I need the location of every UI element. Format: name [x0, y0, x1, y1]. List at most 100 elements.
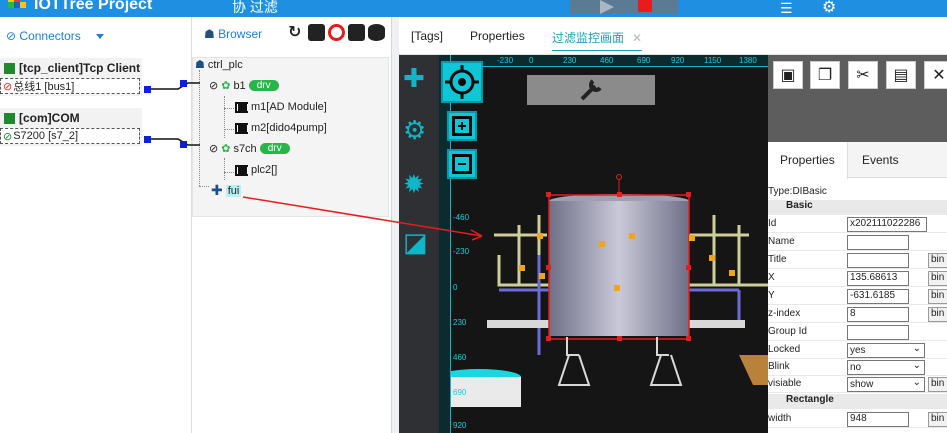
list-icon[interactable] — [348, 24, 365, 41]
tree-node-m2[interactable]: m2[dido4pump] — [235, 122, 327, 134]
module-icon — [235, 122, 248, 134]
prop-label: Id — [768, 218, 777, 229]
close-icon[interactable]: ✕ — [924, 61, 947, 89]
driver-badge[interactable]: drv — [248, 80, 279, 91]
power-icon[interactable] — [328, 24, 345, 41]
wrench-icon[interactable] — [527, 75, 655, 105]
prop-label: Y — [768, 290, 775, 301]
tab-events[interactable]: Events — [862, 153, 899, 167]
tab-properties[interactable]: Properties — [470, 29, 525, 43]
top-bar: IOTTree Project 协 过滤 ☰ ⚙ — [0, 0, 947, 17]
run-controls — [570, 0, 678, 14]
browser-label: Browser — [218, 27, 263, 41]
area-chart-icon[interactable]: ◪ — [403, 229, 428, 255]
ruler-label: 920 — [671, 56, 685, 65]
connectors-label: Connectors — [19, 29, 81, 43]
save-icon[interactable]: ▣ — [773, 61, 803, 89]
tree-node-fui[interactable]: ✚ fui — [211, 182, 242, 199]
browser-title: ☗ Browser — [204, 27, 262, 41]
link-icon: ⊘ — [3, 130, 13, 143]
bind-button[interactable]: bin — [928, 307, 947, 322]
browser-panel: ☗ Browser ↻ ☗ ctrl_plc ⊘ ✿ b1 drv m1[AD … — [192, 17, 391, 433]
zindex-field[interactable]: 8 — [847, 307, 909, 322]
ruler-label: 690 — [453, 388, 467, 397]
zoom-out-button[interactable] — [447, 149, 477, 179]
bus-label: S7200 [s7_2] — [13, 130, 79, 142]
server-icon[interactable]: ☰ — [780, 0, 793, 17]
bus-item[interactable]: ⊘ S7200 [s7_2] — [0, 128, 140, 144]
tree-label: ctrl_plc — [207, 58, 243, 71]
connector-port[interactable] — [144, 86, 151, 93]
bind-button[interactable]: bin — [928, 377, 947, 392]
bind-button[interactable]: bin — [928, 253, 947, 268]
bind-button[interactable]: bin — [928, 289, 947, 304]
group-id-field[interactable] — [847, 325, 909, 340]
close-icon[interactable]: ✕ — [632, 31, 642, 45]
share-icon[interactable] — [308, 24, 325, 41]
tab-label: 过滤监控画面 — [552, 31, 625, 45]
cut-icon[interactable]: ✂ — [848, 61, 878, 89]
gears-icon[interactable]: ⚙ — [822, 0, 836, 17]
id-field[interactable]: x202111022286 — [847, 217, 927, 232]
gear-icon: ✿ — [221, 143, 231, 155]
pan-tool-button[interactable] — [441, 61, 483, 103]
play-icon[interactable] — [600, 0, 614, 14]
x-field[interactable]: 135.68613 — [847, 271, 909, 286]
title-field[interactable] — [847, 253, 909, 268]
element-type: Type:DIBasic — [768, 186, 827, 197]
link-icon: ⊘ — [209, 80, 219, 92]
bus-label: 总线1 [bus1] — [13, 81, 75, 93]
puzzle-icon[interactable]: ✚ — [403, 65, 425, 91]
blink-select[interactable]: no — [847, 360, 925, 375]
gears-icon[interactable]: ⚙ — [403, 117, 426, 143]
visible-select[interactable]: show — [847, 377, 925, 392]
bind-button[interactable]: bin — [928, 271, 947, 286]
zoom-in-button[interactable] — [447, 111, 477, 141]
link-icon: ⊘ — [6, 29, 17, 43]
tree-node-m1[interactable]: m1[AD Module] — [235, 101, 327, 113]
gear-icon: ✿ — [221, 80, 231, 92]
database-icon[interactable] — [368, 24, 385, 41]
properties-panel: ▣ ❐ ✂ ▤ ✕ Properties Events Type:DIBasic… — [768, 55, 947, 433]
module-icon — [235, 101, 248, 113]
bind-button[interactable]: bin — [928, 412, 947, 427]
prop-row-zindex: z-index 8 bin — [768, 306, 947, 323]
status-icon — [4, 112, 15, 124]
tab-properties[interactable]: Properties — [768, 142, 848, 179]
y-field[interactable]: -631.6185 — [847, 289, 909, 304]
puzzle-icon: ✚ — [211, 182, 223, 198]
bus-item[interactable]: ⊘ 总线1 [bus1] — [0, 78, 140, 94]
ruler-label: 230 — [453, 318, 467, 327]
gear-icon[interactable]: ✹ — [403, 171, 425, 197]
width-field[interactable]: 948 — [847, 412, 909, 427]
prop-row-id: Id x202111022286 — [768, 216, 947, 233]
tree-root[interactable]: ☗ ctrl_plc — [195, 58, 243, 72]
ruler-label: -460 — [453, 213, 470, 222]
prop-label: width — [768, 413, 792, 424]
driver-badge[interactable]: drv — [259, 143, 290, 154]
drawing-canvas[interactable]: -230 0 230 460 690 920 1150 1380 -460 -2… — [439, 55, 768, 433]
locked-select[interactable]: yes — [847, 343, 925, 358]
connector-title: [tcp_client]Tcp Client — [19, 61, 141, 75]
props-tabs: Properties Events — [768, 142, 947, 179]
name-field[interactable] — [847, 235, 909, 250]
props-toolbar: ▣ ❐ ✂ ▤ ✕ — [768, 55, 947, 142]
stop-icon[interactable] — [638, 0, 652, 12]
tree-node-b1[interactable]: ⊘ ✿ b1 drv — [209, 79, 279, 92]
connector-port[interactable] — [144, 136, 151, 143]
tab-tags[interactable]: [Tags] — [411, 29, 443, 43]
connector-com[interactable]: [com]COM ⊘ S7200 [s7_2] — [0, 108, 142, 146]
prop-row-x: X 135.68613 bin — [768, 270, 947, 287]
ruler-label: 1150 — [704, 56, 722, 65]
panel-splitter[interactable] — [391, 17, 399, 433]
tree-node-s7ch[interactable]: ⊘ ✿ s7ch drv — [209, 142, 290, 155]
tab-filter-monitor[interactable]: 过滤监控画面 ✕ — [552, 29, 643, 51]
refresh-icon[interactable]: ↻ — [288, 24, 305, 41]
app-logo — [8, 0, 26, 14]
browser-toolbar: ↻ — [288, 24, 385, 41]
paste-icon[interactable]: ▤ — [886, 61, 916, 89]
connectors-dropdown[interactable]: ⊘ Connectors — [6, 29, 105, 43]
copy-icon[interactable]: ❐ — [810, 61, 840, 89]
connector-tcp-client[interactable]: [tcp_client]Tcp Client ⊘ 总线1 [bus1] — [0, 58, 142, 96]
tree-node-plc2[interactable]: plc2[] — [235, 164, 277, 176]
